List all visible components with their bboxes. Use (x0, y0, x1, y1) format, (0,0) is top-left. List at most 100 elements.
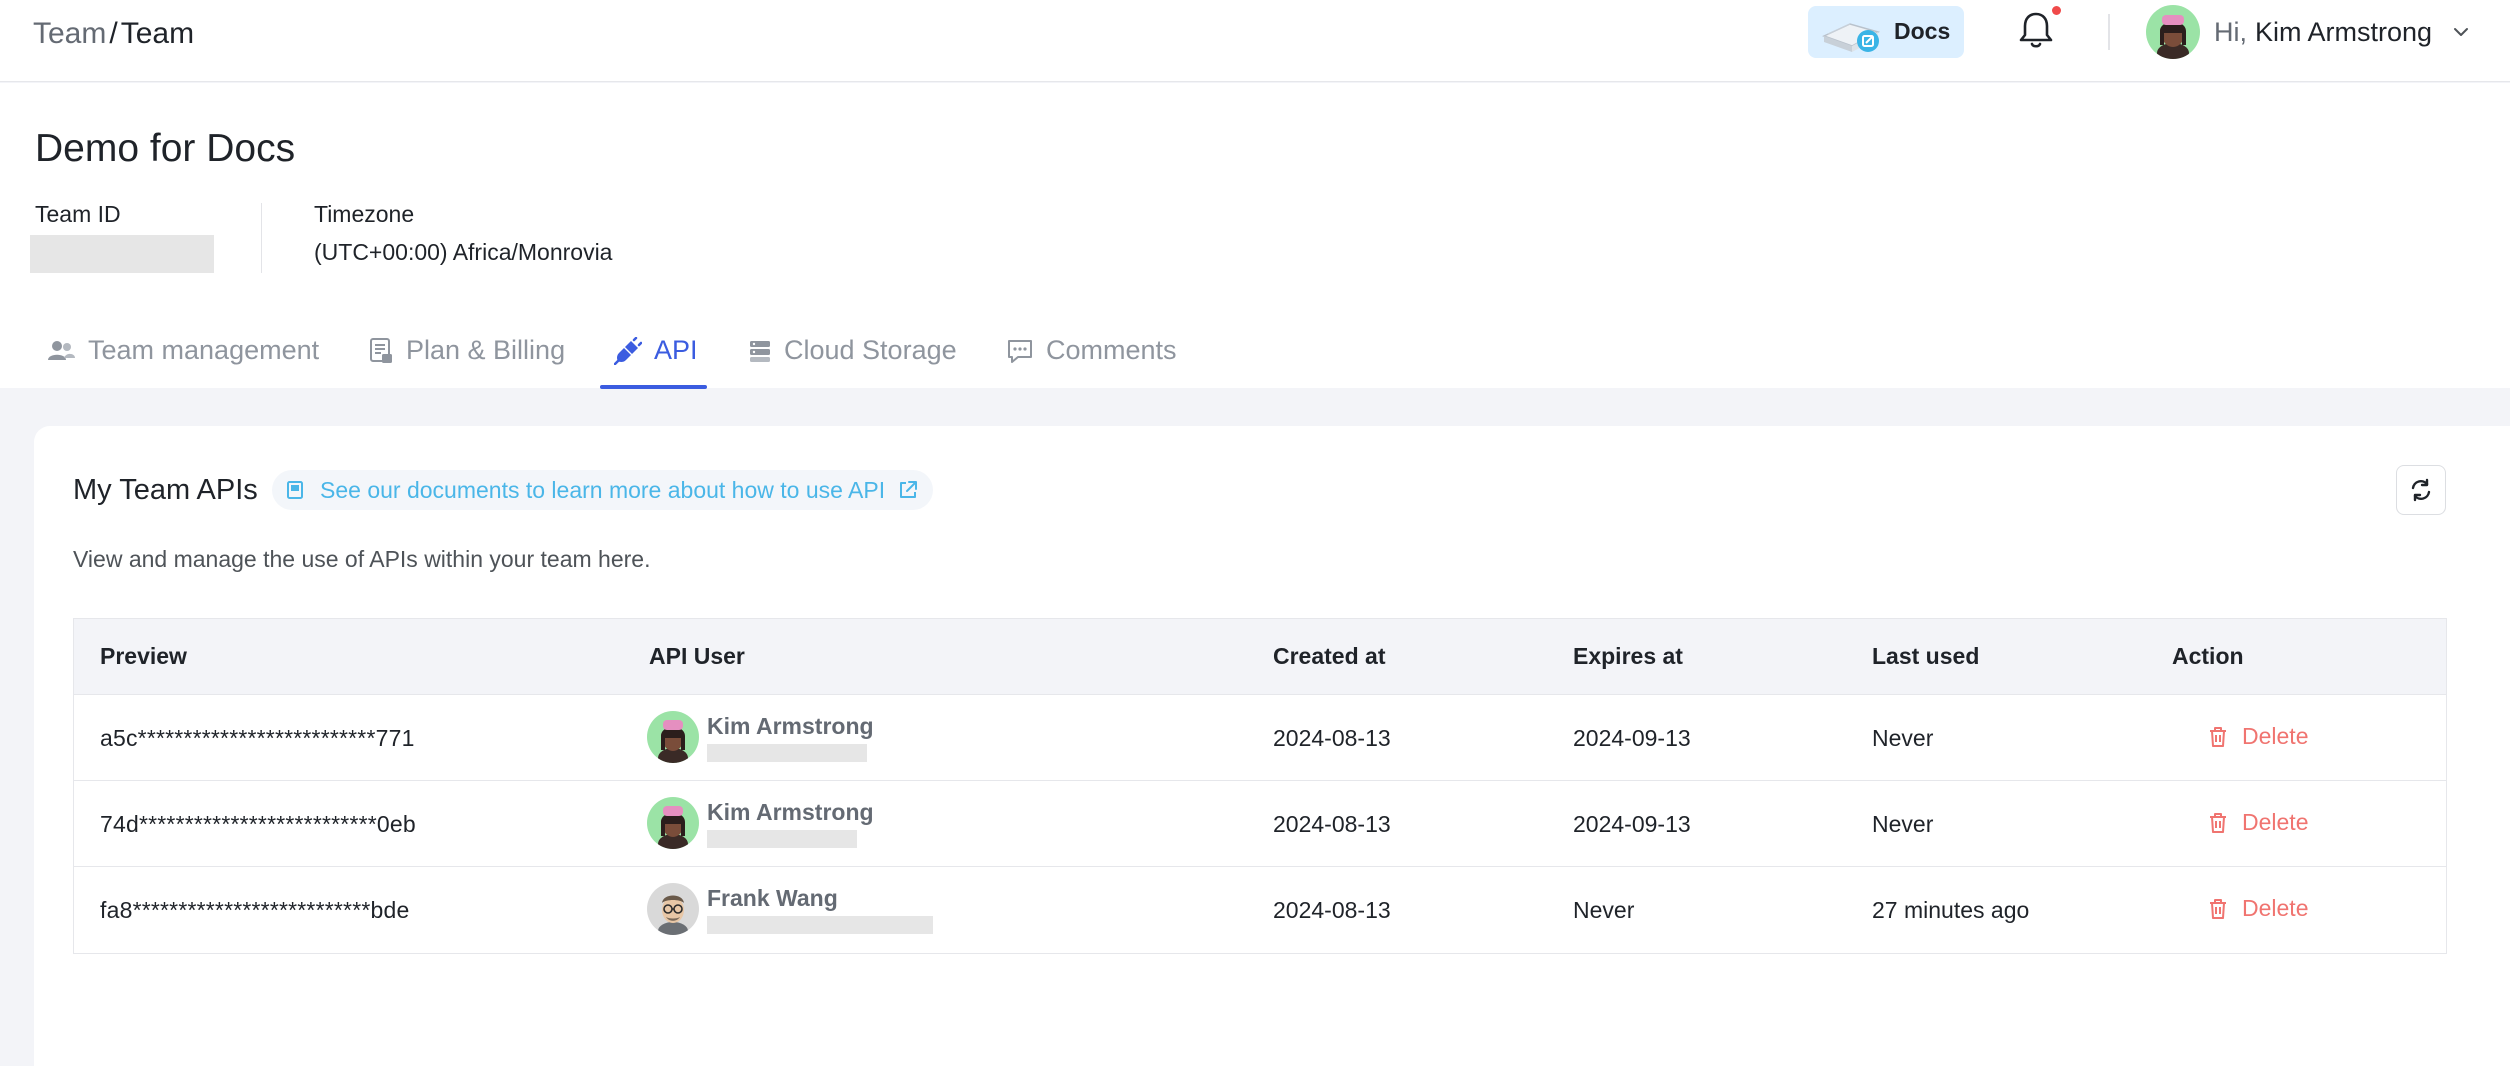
bell-icon (2019, 12, 2053, 48)
api-user-email-redacted (707, 744, 867, 762)
avatar-memoji-icon (2157, 15, 2189, 59)
table-row: a5c**************************771 Kim Arm… (74, 695, 2446, 781)
api-docs-link[interactable]: See our documents to learn more about ho… (272, 470, 934, 510)
api-user-name: Kim Armstrong (707, 713, 874, 739)
api-card: My Team APIs See our documents to learn … (34, 426, 2510, 1066)
tab-team-management[interactable]: Team management (46, 313, 319, 388)
avatar-memoji-icon (658, 720, 688, 763)
api-user-cell: Kim Armstrong (647, 797, 874, 849)
created-at: 2024-08-13 (1273, 811, 1391, 837)
docs-link-text: See our documents to learn more about ho… (320, 476, 886, 503)
tab-label: Cloud Storage (784, 335, 957, 365)
trash-icon (2210, 812, 2226, 833)
api-key-preview: a5c**************************771 (100, 725, 415, 751)
avatar (2146, 5, 2200, 59)
storage-icon (750, 340, 770, 362)
active-tab-indicator (600, 385, 707, 389)
column-header-action: Action (2172, 643, 2244, 669)
tab-label: API (654, 335, 698, 365)
chevron-down-icon (2454, 28, 2469, 36)
divider (2108, 14, 2110, 50)
api-user-email-redacted (707, 830, 857, 848)
trash-icon (2210, 898, 2226, 919)
user-name: Kim Armstrong (2255, 16, 2433, 47)
last-used: Never (1872, 811, 1934, 837)
notification-dot (2052, 6, 2061, 15)
api-user-name: Kim Armstrong (707, 799, 874, 825)
api-icon (614, 336, 642, 365)
avatar (647, 883, 699, 935)
tab-label: Team management (88, 335, 320, 365)
team-header: Demo for Docs Team ID Timezone (UTC+00:0… (0, 83, 2510, 389)
api-table: Preview API User Created at Expires at L… (73, 618, 2447, 954)
user-menu[interactable]: Hi, Kim Armstrong (2146, 4, 2470, 60)
refresh-button[interactable] (2396, 465, 2446, 515)
billing-icon (370, 337, 392, 363)
expires-at: 2024-09-13 (1573, 811, 1691, 837)
avatar-memoji-icon (658, 895, 688, 935)
trash-icon (2210, 726, 2226, 747)
table-row: fa8**************************bde Frank W… (74, 867, 2446, 953)
delete-button[interactable]: Delete (2208, 895, 2308, 922)
refresh-icon (2411, 478, 2431, 502)
api-user-info: Kim Armstrong (707, 712, 874, 762)
table-row: 74d**************************0eb Kim Arm… (74, 781, 2446, 867)
breadcrumb-separator: / (109, 17, 118, 50)
avatar (647, 797, 699, 849)
column-header-expires-at: Expires at (1573, 643, 1683, 669)
page-title: Demo for Docs (35, 127, 296, 170)
tab-bar: Team management Plan & Billing API Cloud… (0, 313, 2510, 388)
meta-divider (261, 203, 262, 273)
api-user-info: Frank Wang (707, 884, 933, 934)
last-used: Never (1872, 725, 1934, 751)
greeting: Hi, (2214, 16, 2247, 47)
timezone-label: Timezone (314, 201, 415, 227)
delete-button[interactable]: Delete (2208, 723, 2308, 750)
tab-cloud-storage[interactable]: Cloud Storage (748, 313, 957, 388)
team-id-label: Team ID (35, 201, 121, 227)
book-icon (287, 481, 303, 499)
section-description: View and manage the use of APIs within y… (73, 546, 651, 572)
timezone-value: (UTC+00:00) Africa/Monrovia (314, 239, 613, 265)
breadcrumb-parent[interactable]: Team (33, 14, 106, 54)
api-user-cell: Kim Armstrong (647, 711, 874, 763)
api-key-preview: fa8**************************bde (100, 897, 410, 923)
docs-button[interactable]: Docs (1808, 6, 1964, 58)
tab-api[interactable]: API (614, 313, 698, 388)
api-user-email-redacted (707, 916, 933, 934)
api-user-cell: Frank Wang (647, 883, 933, 935)
top-bar: Team / Team Docs Hi, Kim Armstrong (0, 0, 2510, 82)
docs-label: Docs (1894, 18, 1951, 44)
docs-book-icon (1822, 23, 1880, 52)
expires-at: Never (1573, 897, 1635, 923)
tab-label: Comments (1046, 335, 1177, 365)
last-used: 27 minutes ago (1872, 897, 2030, 923)
delete-label: Delete (2242, 809, 2309, 835)
notification-bell[interactable] (2016, 6, 2061, 52)
delete-button[interactable]: Delete (2208, 809, 2308, 836)
tab-plan-billing[interactable]: Plan & Billing (368, 313, 565, 388)
api-user-name: Frank Wang (707, 885, 838, 911)
section-title: My Team APIs (73, 474, 258, 506)
comment-icon (1008, 339, 1032, 363)
created-at: 2024-08-13 (1273, 897, 1391, 923)
tab-comments[interactable]: Comments (1006, 313, 1177, 388)
external-link-icon (900, 481, 918, 498)
team-icon (48, 340, 75, 360)
api-user-info: Kim Armstrong (707, 798, 874, 848)
api-key-preview: 74d**************************0eb (100, 811, 416, 837)
column-header-last-used: Last used (1872, 643, 1980, 669)
column-header-api-user: API User (649, 643, 745, 669)
team-id-value-redacted (30, 235, 214, 273)
created-at: 2024-08-13 (1273, 725, 1391, 751)
breadcrumb-current: Team (120, 17, 195, 50)
delete-label: Delete (2242, 723, 2309, 749)
column-header-created-at: Created at (1273, 643, 1386, 669)
avatar (647, 711, 699, 763)
table-header: Preview API User Created at Expires at L… (74, 619, 2446, 695)
delete-label: Delete (2242, 895, 2309, 921)
column-header-preview: Preview (100, 643, 187, 669)
tab-label: Plan & Billing (406, 335, 566, 365)
breadcrumb: Team / Team (33, 14, 194, 54)
expires-at: 2024-09-13 (1573, 725, 1691, 751)
